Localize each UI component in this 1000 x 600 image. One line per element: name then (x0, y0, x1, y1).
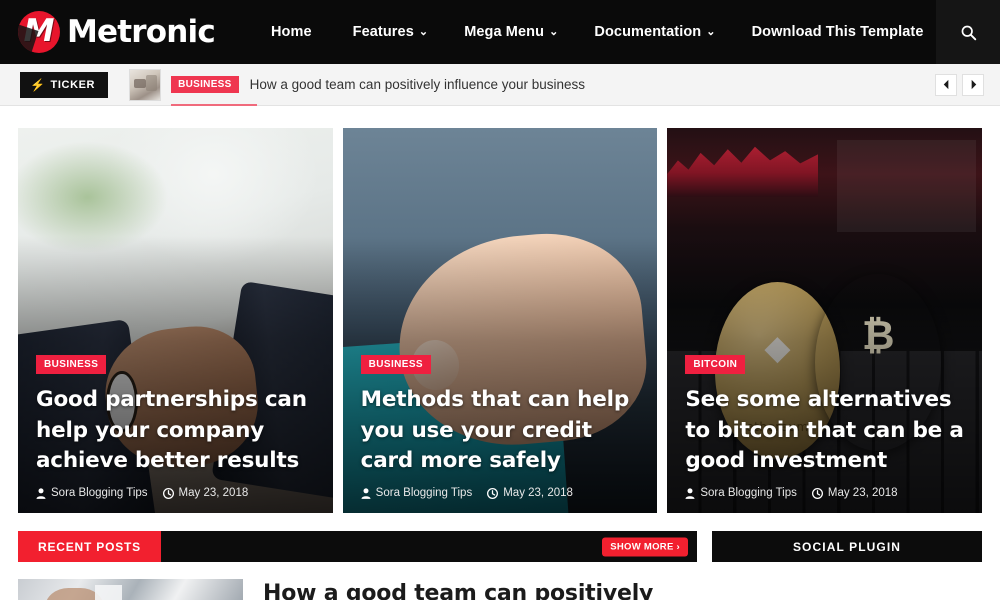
post-meta: Sora Blogging Tips May 23, 2018 (685, 487, 964, 499)
ticker-prev-button[interactable] (935, 73, 957, 96)
featured-card-body: BUSINESS Methods that can help you use y… (343, 354, 658, 513)
news-ticker: ⚡ TICKER BUSINESS How a good team can po… (0, 64, 1000, 106)
category-badge[interactable]: BITCOIN (685, 354, 746, 374)
clock-icon (811, 487, 823, 499)
clock-icon (487, 487, 499, 499)
chevron-down-icon: ⌄ (706, 25, 716, 38)
user-icon (685, 487, 695, 499)
sidebar: SOCIAL PLUGIN (712, 531, 982, 600)
user-icon (36, 487, 46, 499)
category-badge[interactable]: BUSINESS (360, 354, 431, 374)
chevron-down-icon: ⌄ (549, 25, 559, 38)
logo-mark-icon: M (18, 11, 60, 53)
nav-item-mega-menu[interactable]: Mega Menu ⌄ (446, 0, 576, 65)
ticker-category-badge[interactable]: BUSINESS (171, 76, 239, 93)
nav-item-download-this-template[interactable]: Download This Template (734, 0, 942, 64)
post-date: May 23, 2018 (487, 487, 573, 499)
clock-icon (162, 487, 174, 499)
arrow-left-icon (943, 79, 948, 90)
ticker-next-button[interactable] (962, 73, 984, 96)
search-icon (961, 25, 976, 40)
category-badge[interactable]: BUSINESS (36, 354, 107, 374)
post-date-text: May 23, 2018 (503, 487, 573, 499)
post-author-name: Sora Blogging Tips (375, 487, 473, 499)
user-icon (361, 487, 371, 499)
featured-card-title[interactable]: Good partnerships can help your company … (36, 385, 315, 477)
ticker-label[interactable]: ⚡ TICKER (20, 71, 109, 98)
ticker-navigation (935, 73, 984, 96)
post-meta: Sora Blogging Tips May 23, 2018 (36, 487, 315, 499)
post-author: Sora Blogging Tips (685, 487, 797, 499)
site-header: M Metronic Home Features ⌄ Mega Menu ⌄ Doc… (0, 0, 1000, 64)
main-nav: Home Features ⌄ Mega Menu ⌄ Documentation ⌄… (253, 0, 942, 64)
logo-text: Metronic (67, 14, 216, 50)
nav-item-label: Home (270, 24, 312, 40)
chevron-down-icon: ⌄ (418, 25, 429, 38)
search-button[interactable] (936, 0, 1000, 64)
nav-item-label: Features (352, 23, 414, 40)
nav-item-documentation[interactable]: Documentation ⌄ (576, 0, 733, 65)
nav-item-label: Download This Template (751, 24, 924, 40)
post-meta: Sora Blogging Tips May 23, 2018 (361, 487, 640, 499)
ticker-underline (171, 104, 258, 106)
featured-card[interactable]: ◆ ethereum ₿ BITCOIN See some alternativ… (667, 128, 983, 513)
office-team-photo[interactable] (18, 579, 243, 600)
post-author: Sora Blogging Tips (361, 487, 473, 499)
post-date-text: May 23, 2018 (827, 487, 898, 499)
list-item[interactable]: How a good team can positively (18, 562, 697, 600)
bolt-icon: ⚡ (30, 77, 46, 92)
ticker-label-text: TICKER (50, 78, 96, 91)
nav-item-home[interactable]: Home (253, 0, 335, 64)
post-date: May 23, 2018 (811, 487, 898, 499)
section-title: RECENT POSTS (18, 531, 161, 562)
social-plugin-widget-title: SOCIAL PLUGIN (712, 531, 982, 562)
featured-card[interactable]: BUSINESS Good partnerships can help your… (18, 128, 333, 513)
post-author-name: Sora Blogging Tips (51, 487, 148, 499)
post-author-name: Sora Blogging Tips (700, 487, 797, 499)
arrow-right-icon (971, 79, 976, 90)
featured-card-body: BITCOIN See some alternatives to bitcoin… (667, 354, 982, 513)
recent-posts-section: RECENT POSTS SHOW MORE › How a good team… (18, 531, 697, 600)
featured-card[interactable]: BUSINESS Methods that can help you use y… (342, 128, 658, 513)
featured-card-title[interactable]: Methods that can help you use your credi… (361, 385, 640, 477)
site-logo[interactable]: M Metronic (0, 11, 216, 53)
logo-mark-letter: M (23, 12, 55, 49)
nav-item-label: Mega Menu (464, 23, 545, 40)
recent-posts-header: RECENT POSTS SHOW MORE › (18, 531, 697, 562)
featured-posts-grid: BUSINESS Good partnerships can help your… (0, 106, 1000, 513)
post-date-text: May 23, 2018 (178, 487, 249, 499)
ticker-thumbnail[interactable] (129, 68, 162, 101)
ticker-headline[interactable]: How a good team can positively influence… (250, 77, 585, 92)
nav-item-label: Documentation (594, 23, 702, 40)
post-author: Sora Blogging Tips (36, 487, 148, 499)
ticker-content: BUSINESS How a good team can positively … (171, 76, 585, 106)
nav-item-features[interactable]: Features ⌄ (335, 0, 447, 65)
show-more-button[interactable]: SHOW MORE › (602, 537, 688, 556)
content-lower: RECENT POSTS SHOW MORE › How a good team… (0, 513, 1000, 600)
post-date: May 23, 2018 (162, 487, 249, 499)
recent-post-title[interactable]: How a good team can positively (263, 579, 653, 600)
featured-card-body: BUSINESS Good partnerships can help your… (18, 354, 333, 513)
featured-card-title[interactable]: See some alternatives to bitcoin that ca… (685, 385, 964, 477)
